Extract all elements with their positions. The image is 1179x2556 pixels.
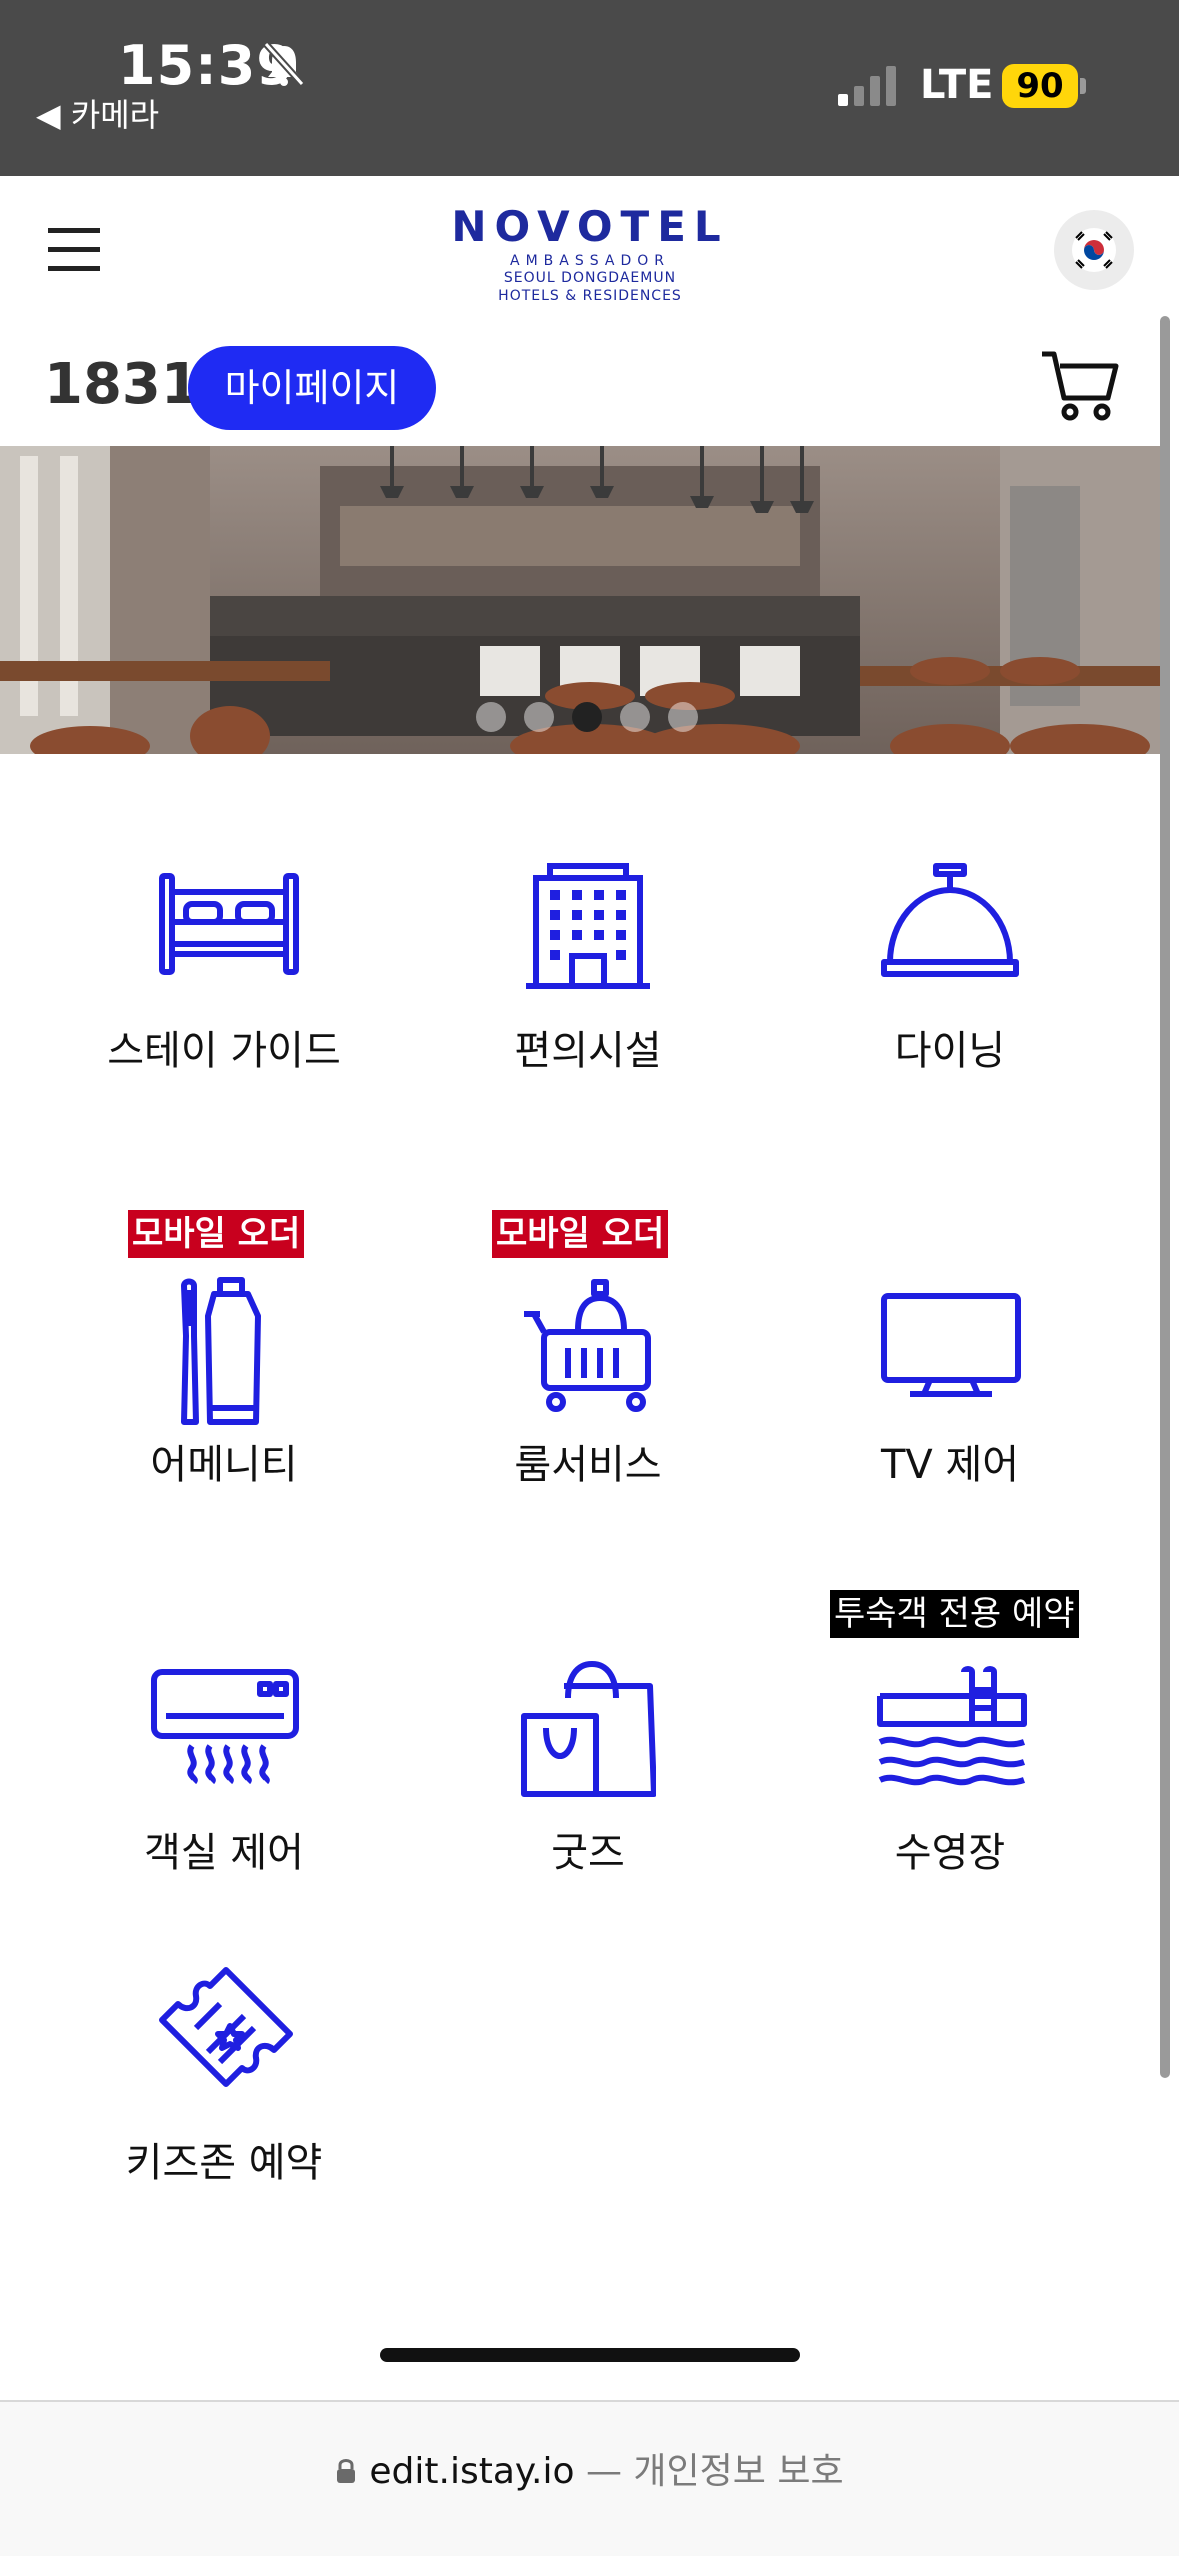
url-text: edit.istay.io xyxy=(369,2451,575,2492)
hamburger-menu-icon[interactable] xyxy=(48,228,100,271)
shopping-bags-icon xyxy=(521,1661,656,1797)
menu-tv-control[interactable]: TV 제어 xyxy=(800,1270,1100,1500)
room-service-cart-icon xyxy=(524,1279,651,1412)
banner-dot-active[interactable] xyxy=(572,702,602,732)
air-conditioner-icon xyxy=(151,1669,299,1784)
hero-banner[interactable] xyxy=(0,446,1164,754)
cloche-icon xyxy=(881,863,1019,977)
room-number: 1831 xyxy=(44,352,200,417)
lock-icon xyxy=(337,2459,356,2483)
ticket-icon xyxy=(159,1967,293,2087)
cart-icon[interactable] xyxy=(1040,348,1120,424)
logo-line3: HOTELS & RESIDENCES xyxy=(498,288,682,304)
banner-dot[interactable] xyxy=(620,702,650,732)
battery-level: 90 xyxy=(1002,64,1078,108)
app-header: NOVOTEL AMBASSADOR SEOUL DONGDAEMUN HOTE… xyxy=(0,176,1179,322)
menu-stay-guide-label: 스테이 가이드 xyxy=(107,1028,341,1074)
menu-goods-label: 굿즈 xyxy=(551,1830,625,1876)
menu-amenities[interactable]: 어메니티 xyxy=(74,1270,374,1500)
menu-dining-label: 다이닝 xyxy=(894,1028,1006,1074)
korea-flag-icon xyxy=(1072,228,1116,272)
network-type: LTE xyxy=(920,62,994,108)
menu-stay-guide[interactable]: 스테이 가이드 xyxy=(74,850,374,1090)
page-scrollbar[interactable] xyxy=(1160,316,1170,2078)
swimming-pool-icon xyxy=(877,1666,1027,1786)
menu-room-service-label: 룸서비스 xyxy=(514,1442,662,1488)
language-button[interactable] xyxy=(1054,210,1134,290)
mypage-button[interactable]: 마이페이지 xyxy=(188,346,436,430)
battery-tip xyxy=(1080,78,1086,94)
back-to-camera-link[interactable]: ◀ 카메라 xyxy=(36,90,159,136)
banner-dot[interactable] xyxy=(524,702,554,732)
menu-room-service[interactable]: 룸서비스 xyxy=(438,1270,738,1500)
menu-facilities[interactable]: 편의시설 xyxy=(438,850,738,1090)
logo-brand: NOVOTEL xyxy=(451,202,729,251)
menu-dining[interactable]: 다이닝 xyxy=(800,850,1100,1090)
menu-amenities-label: 어메니티 xyxy=(150,1442,298,1488)
amenities-mobile-order-badge: 모바일 오더 xyxy=(128,1210,305,1258)
room-service-mobile-order-badge: 모바일 오더 xyxy=(492,1210,669,1258)
building-icon xyxy=(526,863,650,989)
home-indicator[interactable] xyxy=(380,2348,800,2362)
status-bar: 15:39 ◀ 카메라 LTE 90 xyxy=(0,0,1179,176)
bed-icon xyxy=(159,873,299,975)
menu-facilities-label: 편의시설 xyxy=(514,1028,662,1074)
novotel-logo[interactable]: NOVOTEL AMBASSADOR SEOUL DONGDAEMUN HOTE… xyxy=(440,202,740,305)
menu-pool-label: 수영장 xyxy=(894,1830,1006,1876)
bell-muted-icon xyxy=(263,41,305,87)
tv-icon xyxy=(881,1293,1021,1397)
room-row: 1831 마이페이지 xyxy=(0,322,1179,446)
pool-guest-only-badge: 투숙객 전용 예약 xyxy=(830,1590,1079,1638)
menu-room-control[interactable]: 객실 제어 xyxy=(74,1650,374,1876)
menu-tv-control-label: TV 제어 xyxy=(880,1442,1020,1488)
browser-address-bar[interactable]: edit.istay.io — 개인정보 보호 xyxy=(0,2400,1179,2556)
toothbrush-toothpaste-icon xyxy=(181,1277,261,1425)
banner-dot[interactable] xyxy=(476,702,506,732)
signal-icon xyxy=(838,66,896,106)
url-display[interactable]: edit.istay.io — 개인정보 보호 xyxy=(0,2442,1179,2494)
privacy-text: — 개인정보 보호 xyxy=(574,2451,844,2492)
menu-kids-zone-label: 키즈존 예약 xyxy=(125,2140,323,2186)
logo-line1: AMBASSADOR xyxy=(510,253,670,269)
menu-goods[interactable]: 굿즈 xyxy=(438,1650,738,1876)
menu-room-control-label: 객실 제어 xyxy=(144,1830,304,1876)
page: 15:39 ◀ 카메라 LTE 90 NOVOTEL AMBASSADOR SE… xyxy=(0,0,1179,2556)
menu-pool[interactable]: 수영장 xyxy=(800,1650,1100,1876)
menu-kids-zone[interactable]: 키즈존 예약 xyxy=(74,1960,374,2190)
banner-dot[interactable] xyxy=(668,702,698,732)
banner-pagination xyxy=(476,702,716,736)
logo-line2: SEOUL DONGDAEMUN xyxy=(503,270,677,286)
